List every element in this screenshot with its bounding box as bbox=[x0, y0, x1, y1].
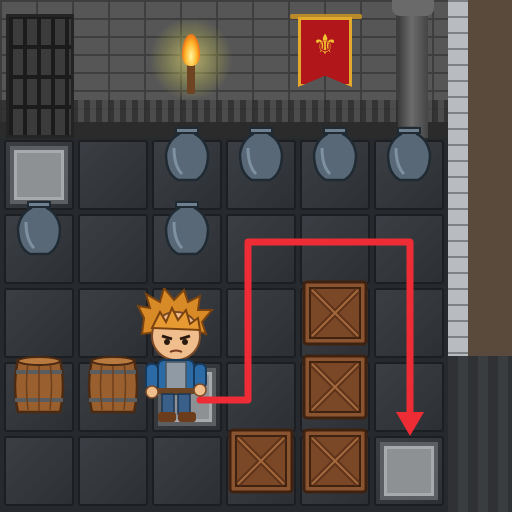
floor-tile[interactable] bbox=[78, 436, 148, 506]
wooden-barrel-icon[interactable] bbox=[12, 354, 66, 418]
wooden-crate-icon[interactable] bbox=[302, 428, 368, 494]
hero-character[interactable] bbox=[136, 288, 216, 428]
wooden-barrel-icon[interactable] bbox=[86, 354, 140, 418]
clay-vase-icon[interactable] bbox=[14, 198, 64, 258]
wooden-crate-icon[interactable] bbox=[302, 280, 368, 346]
floor-tile[interactable] bbox=[226, 214, 296, 284]
floor-tile[interactable] bbox=[374, 288, 444, 358]
wooden-crate-icon[interactable] bbox=[302, 354, 368, 420]
floor-tile[interactable] bbox=[78, 140, 148, 210]
clay-vase-icon[interactable] bbox=[310, 124, 360, 184]
iron-gate bbox=[6, 14, 74, 138]
game-scene[interactable]: ⚜ bbox=[0, 0, 512, 512]
fleur-de-lis-icon: ⚜ bbox=[312, 28, 338, 61]
clay-vase-icon[interactable] bbox=[236, 124, 286, 184]
stone-pillar-cap bbox=[392, 0, 434, 16]
stone-pillar bbox=[398, 0, 428, 138]
pressure-plate[interactable] bbox=[10, 146, 68, 204]
outside-ground bbox=[468, 0, 512, 356]
torch-icon bbox=[187, 62, 195, 94]
floor-tile[interactable] bbox=[4, 288, 74, 358]
floor-tile[interactable] bbox=[152, 436, 222, 506]
floor-tile[interactable] bbox=[374, 214, 444, 284]
floor-tile[interactable] bbox=[4, 436, 74, 506]
floor-tile[interactable] bbox=[226, 288, 296, 358]
wooden-crate-icon[interactable] bbox=[228, 428, 294, 494]
floor-tile[interactable] bbox=[300, 214, 370, 284]
clay-vase-icon[interactable] bbox=[162, 124, 212, 184]
clay-vase-icon[interactable] bbox=[384, 124, 434, 184]
floor-tile[interactable] bbox=[78, 214, 148, 284]
pressure-plate[interactable] bbox=[380, 442, 438, 500]
floor-tile[interactable] bbox=[226, 362, 296, 432]
clay-vase-icon[interactable] bbox=[162, 198, 212, 258]
corridor-floor bbox=[448, 356, 512, 512]
floor-tile[interactable] bbox=[374, 362, 444, 432]
